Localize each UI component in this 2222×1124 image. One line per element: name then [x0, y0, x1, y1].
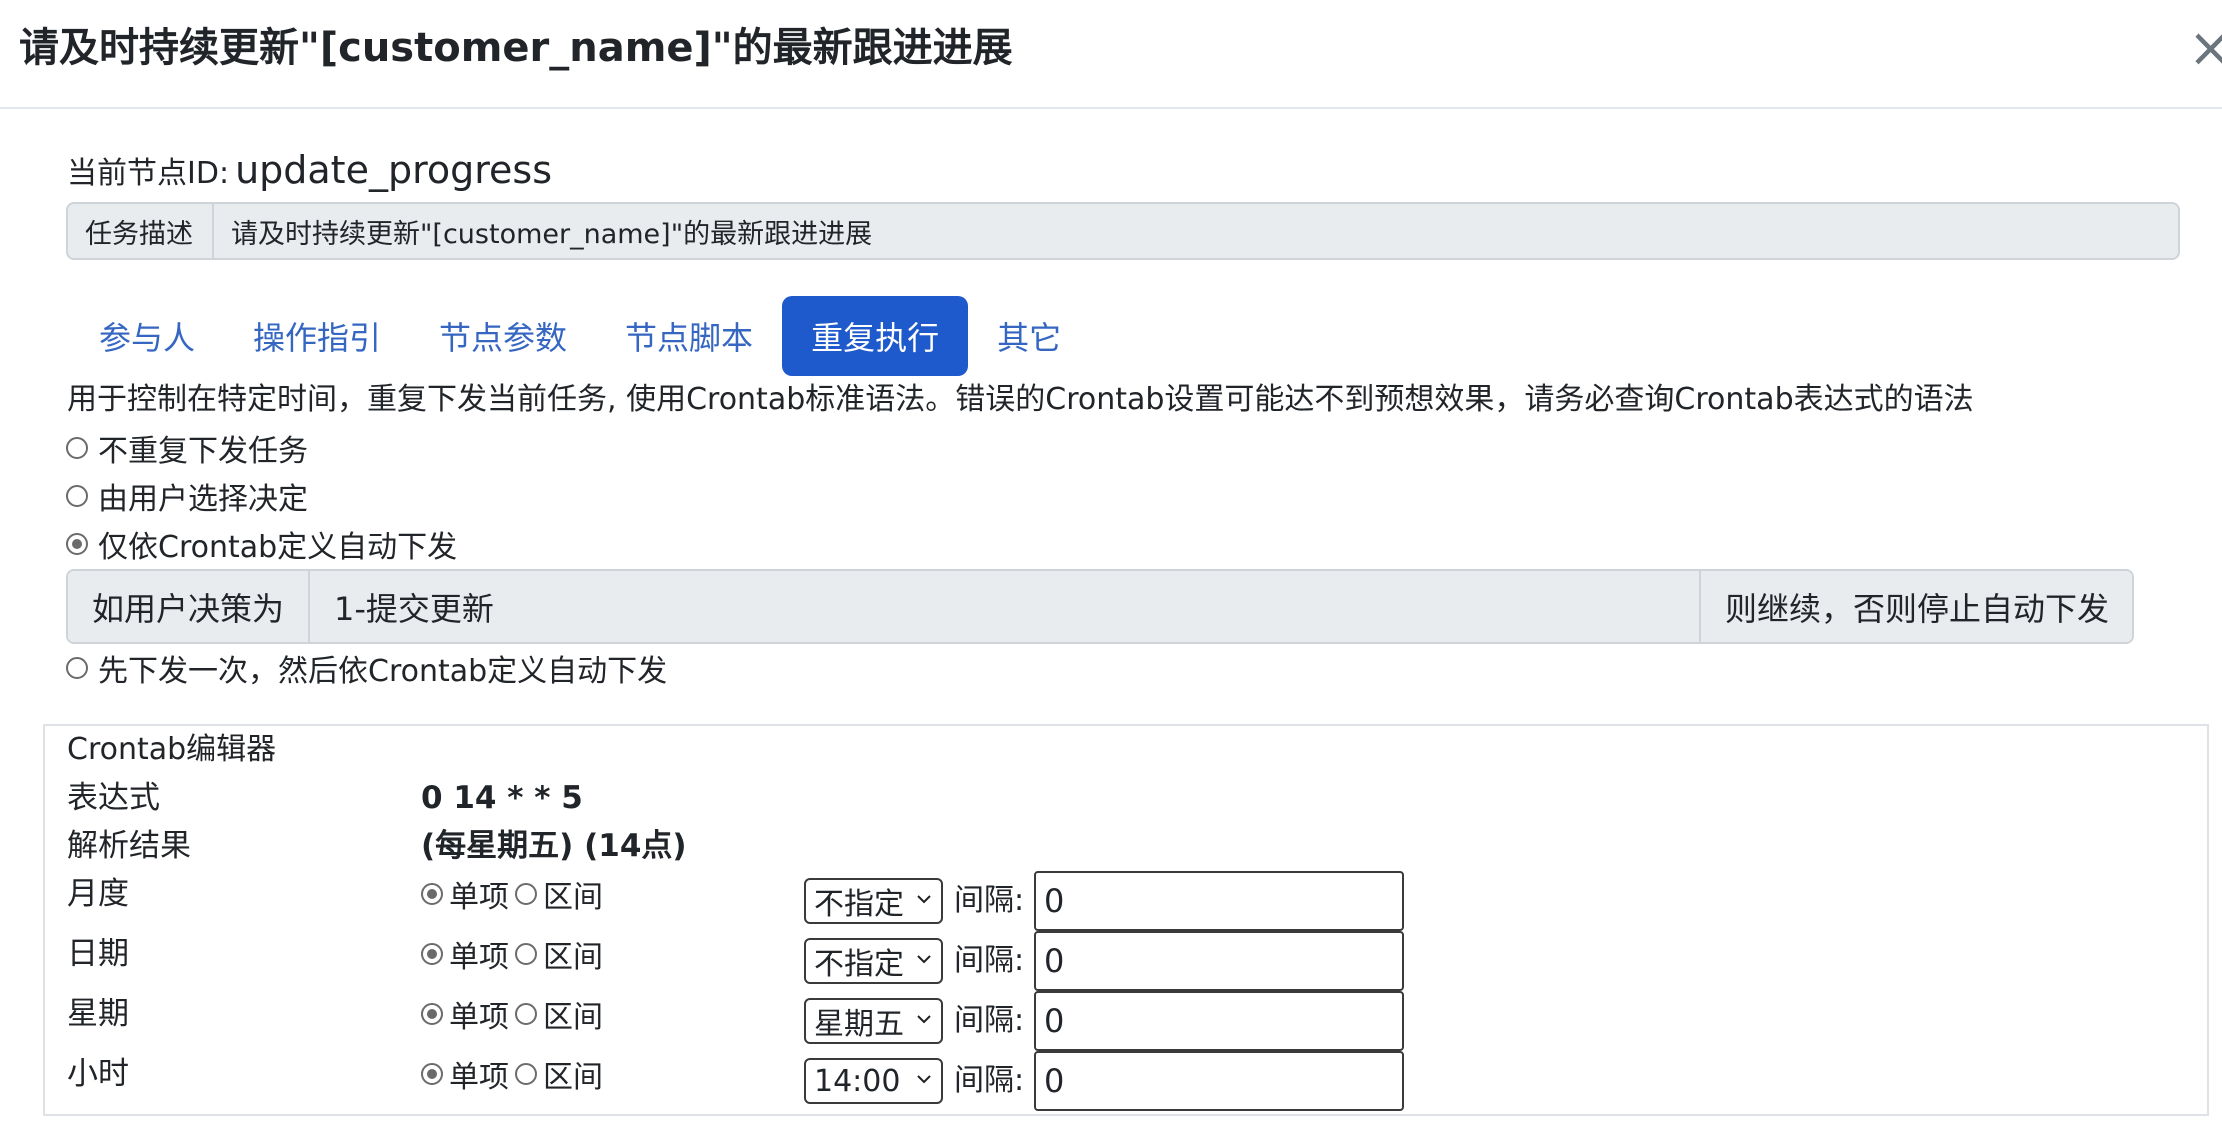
tab-repeat[interactable]: 重复执行: [782, 296, 969, 376]
radio-button[interactable]: [66, 437, 88, 459]
chevron-down-icon: [917, 955, 931, 964]
tab-instructions[interactable]: 操作指引: [224, 296, 410, 376]
radio-button[interactable]: [66, 657, 88, 679]
repeat-option-once-then-crontab[interactable]: 先下发一次，然后依Crontab定义自动下发: [66, 647, 667, 689]
node-id-label: 当前节点ID:: [67, 156, 230, 191]
month-mode-choice: 单项 区间: [421, 874, 609, 915]
weekday-select[interactable]: 星期五: [804, 998, 943, 1044]
decision-prefix: 如用户决策为: [68, 571, 310, 642]
task-description-field: 请及时持续更新"[customer_name]"的最新跟进进展: [231, 218, 873, 250]
modal-title: 请及时持续更新"[customer_name]"的最新跟进进展: [19, 25, 1013, 71]
repeat-option-user-decide[interactable]: 由用户选择决定: [66, 475, 308, 517]
hour-mode-choice: 单项 区间: [421, 1054, 609, 1095]
chevron-down-icon: [917, 1075, 931, 1084]
repeat-option-label: 先下发一次，然后依Crontab定义自动下发: [98, 654, 668, 689]
single-radio[interactable]: [421, 883, 443, 905]
single-label: 单项: [449, 1060, 509, 1095]
modal-dialog: 请及时持续更新"[customer_name]"的最新跟进进展 × 当前节点ID…: [0, 0, 2222, 1124]
crontab-editor-title: Crontab编辑器: [67, 732, 277, 767]
single-label: 单项: [449, 940, 509, 975]
range-label: 区间: [543, 1000, 603, 1035]
tab-bar: 参与人 操作指引 节点参数 节点脚本 重复执行 其它: [70, 296, 1090, 376]
parse-result-label: 解析结果: [67, 828, 191, 864]
weekday-interval-input[interactable]: 0: [1034, 991, 1404, 1051]
range-radio[interactable]: [515, 883, 537, 905]
weekday-select-value: 星期五: [814, 1007, 904, 1042]
date-row-label: 日期: [67, 936, 129, 972]
tab-node-params[interactable]: 节点参数: [410, 296, 596, 376]
single-label: 单项: [449, 880, 509, 915]
radio-button[interactable]: [66, 485, 88, 507]
month-row-label: 月度: [67, 876, 129, 912]
date-mode-choice: 单项 区间: [421, 934, 609, 975]
month-select-value: 不指定: [814, 887, 904, 922]
weekday-row-label: 星期: [67, 996, 129, 1032]
tab-participants[interactable]: 参与人: [70, 296, 224, 376]
range-label: 区间: [543, 880, 603, 915]
chevron-down-icon: [917, 895, 931, 904]
task-description-group: 任务描述 请及时持续更新"[customer_name]"的最新跟进进展: [66, 202, 2180, 260]
modal-header: 请及时持续更新"[customer_name]"的最新跟进进展: [0, 0, 2222, 109]
range-radio[interactable]: [515, 1063, 537, 1085]
repeat-option-label: 不重复下发任务: [98, 434, 308, 469]
hour-select[interactable]: 14:00: [804, 1058, 943, 1104]
node-id-value: update_progress: [235, 148, 552, 192]
month-select[interactable]: 不指定: [804, 878, 943, 924]
date-interval-label: 间隔:: [954, 943, 1025, 978]
expression-label: 表达式: [67, 780, 160, 816]
range-radio[interactable]: [515, 943, 537, 965]
close-button[interactable]: ×: [2188, 18, 2222, 78]
weekday-interval-label: 间隔:: [954, 1003, 1025, 1038]
single-label: 单项: [449, 1000, 509, 1035]
weekday-mode-choice: 单项 区间: [421, 994, 609, 1035]
range-label: 区间: [543, 940, 603, 975]
parse-result-value: (每星期五) (14点): [421, 828, 687, 864]
hour-select-value: 14:00: [814, 1063, 901, 1099]
expression-value: 0 14 * * 5: [421, 780, 583, 816]
repeat-description: 用于控制在特定时间，重复下发当前任务, 使用Crontab标准语法。错误的Cro…: [67, 382, 1974, 417]
single-radio[interactable]: [421, 1003, 443, 1025]
repeat-option-label: 由用户选择决定: [98, 482, 308, 517]
date-select-value: 不指定: [814, 947, 904, 982]
decision-value-field[interactable]: 1-提交更新: [310, 571, 1699, 642]
tab-other[interactable]: 其它: [968, 296, 1090, 376]
date-select[interactable]: 不指定: [804, 938, 943, 984]
chevron-down-icon: [917, 1015, 931, 1024]
month-interval-label: 间隔:: [954, 883, 1025, 918]
range-radio[interactable]: [515, 1003, 537, 1025]
hour-row-label: 小时: [67, 1056, 129, 1092]
single-radio[interactable]: [421, 1063, 443, 1085]
repeat-option-none[interactable]: 不重复下发任务: [66, 427, 308, 469]
task-description-label: 任务描述: [68, 204, 214, 258]
repeat-option-crontab-only[interactable]: 仅依Crontab定义自动下发: [66, 523, 457, 565]
month-interval-input[interactable]: 0: [1034, 871, 1404, 931]
hour-interval-input[interactable]: 0: [1034, 1051, 1404, 1111]
node-id: 当前节点ID: update_progress: [67, 148, 552, 192]
radio-button-checked[interactable]: [66, 533, 88, 555]
range-label: 区间: [543, 1060, 603, 1095]
single-radio[interactable]: [421, 943, 443, 965]
tab-node-script[interactable]: 节点脚本: [596, 296, 782, 376]
hour-interval-label: 间隔:: [954, 1063, 1025, 1098]
decision-suffix: 则继续，否则停止自动下发: [1699, 571, 2132, 642]
close-icon: ×: [2188, 16, 2222, 79]
date-interval-input[interactable]: 0: [1034, 931, 1404, 991]
repeat-option-label: 仅依Crontab定义自动下发: [98, 530, 458, 565]
decision-group: 如用户决策为 1-提交更新 则继续，否则停止自动下发: [66, 569, 2134, 644]
